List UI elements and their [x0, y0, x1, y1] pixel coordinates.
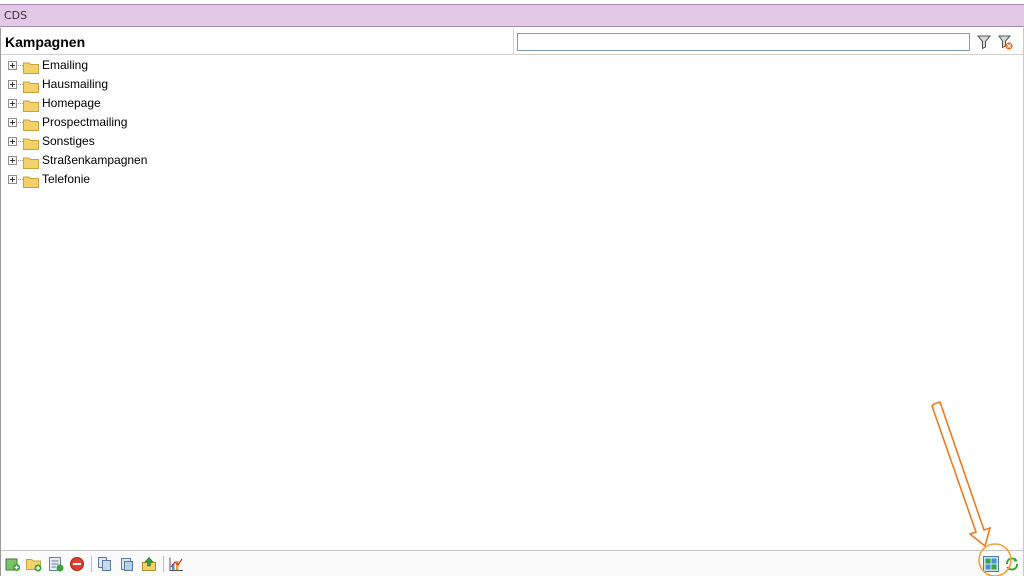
folder-icon [23, 135, 39, 150]
bottom-toolbar [1, 550, 1023, 576]
tree-item-emailing[interactable]: Emailing [6, 56, 206, 75]
expand-icon[interactable] [8, 137, 17, 146]
tree-item-strassenkampagnen[interactable]: Straßenkampagnen [6, 151, 206, 170]
folder-icon [23, 173, 39, 188]
folder-icon [23, 59, 39, 74]
search-input[interactable] [517, 33, 970, 51]
tree-item-prospectmailing[interactable]: Prospectmailing [6, 113, 206, 132]
delete-icon[interactable] [69, 556, 85, 572]
expand-icon[interactable] [8, 61, 17, 70]
toolbar-separator [163, 556, 164, 572]
tree-item-label: Homepage [42, 96, 101, 110]
tree-item-label: Sonstiges [42, 134, 95, 148]
view-layout-icon[interactable] [983, 556, 999, 572]
expand-icon[interactable] [8, 80, 17, 89]
tree-item-homepage[interactable]: Homepage [6, 94, 206, 113]
campaign-header: Kampagnen [1, 29, 1023, 55]
expand-icon[interactable] [8, 99, 17, 108]
copy-icon[interactable] [97, 556, 113, 572]
tree-item-sonstiges[interactable]: Sonstiges [6, 132, 206, 151]
folder-icon [23, 116, 39, 131]
campaign-tree: Emailing Hausmailing Homepage Prospectma… [6, 56, 206, 189]
page-title: Kampagnen [5, 34, 86, 50]
filter-icon[interactable] [976, 34, 992, 50]
add-campaign-icon[interactable] [5, 556, 21, 572]
title-bar: CDS [0, 4, 1024, 27]
export-icon[interactable] [141, 556, 157, 572]
duplicate-icon[interactable] [119, 556, 135, 572]
window-title: CDS [4, 9, 28, 22]
tree-item-telefonie[interactable]: Telefonie [6, 170, 206, 189]
clear-filter-icon[interactable] [997, 34, 1013, 50]
tree-item-label: Prospectmailing [42, 115, 128, 129]
expand-icon[interactable] [8, 118, 17, 127]
expand-icon[interactable] [8, 156, 17, 165]
tree-item-hausmailing[interactable]: Hausmailing [6, 75, 206, 94]
chart-icon[interactable] [168, 556, 184, 572]
header-divider [513, 29, 514, 55]
tree-item-label: Hausmailing [42, 77, 109, 91]
refresh-icon[interactable] [1004, 556, 1020, 572]
tree-item-label: Emailing [42, 58, 89, 72]
expand-icon[interactable] [8, 175, 17, 184]
folder-icon [23, 78, 39, 93]
folder-icon [23, 154, 39, 169]
folder-icon [23, 97, 39, 112]
tree-item-label: Telefonie [42, 172, 91, 186]
add-folder-icon[interactable] [26, 556, 42, 572]
tree-item-label: Straßenkampagnen [42, 153, 148, 167]
edit-icon[interactable] [48, 556, 64, 572]
toolbar-separator [91, 556, 92, 572]
